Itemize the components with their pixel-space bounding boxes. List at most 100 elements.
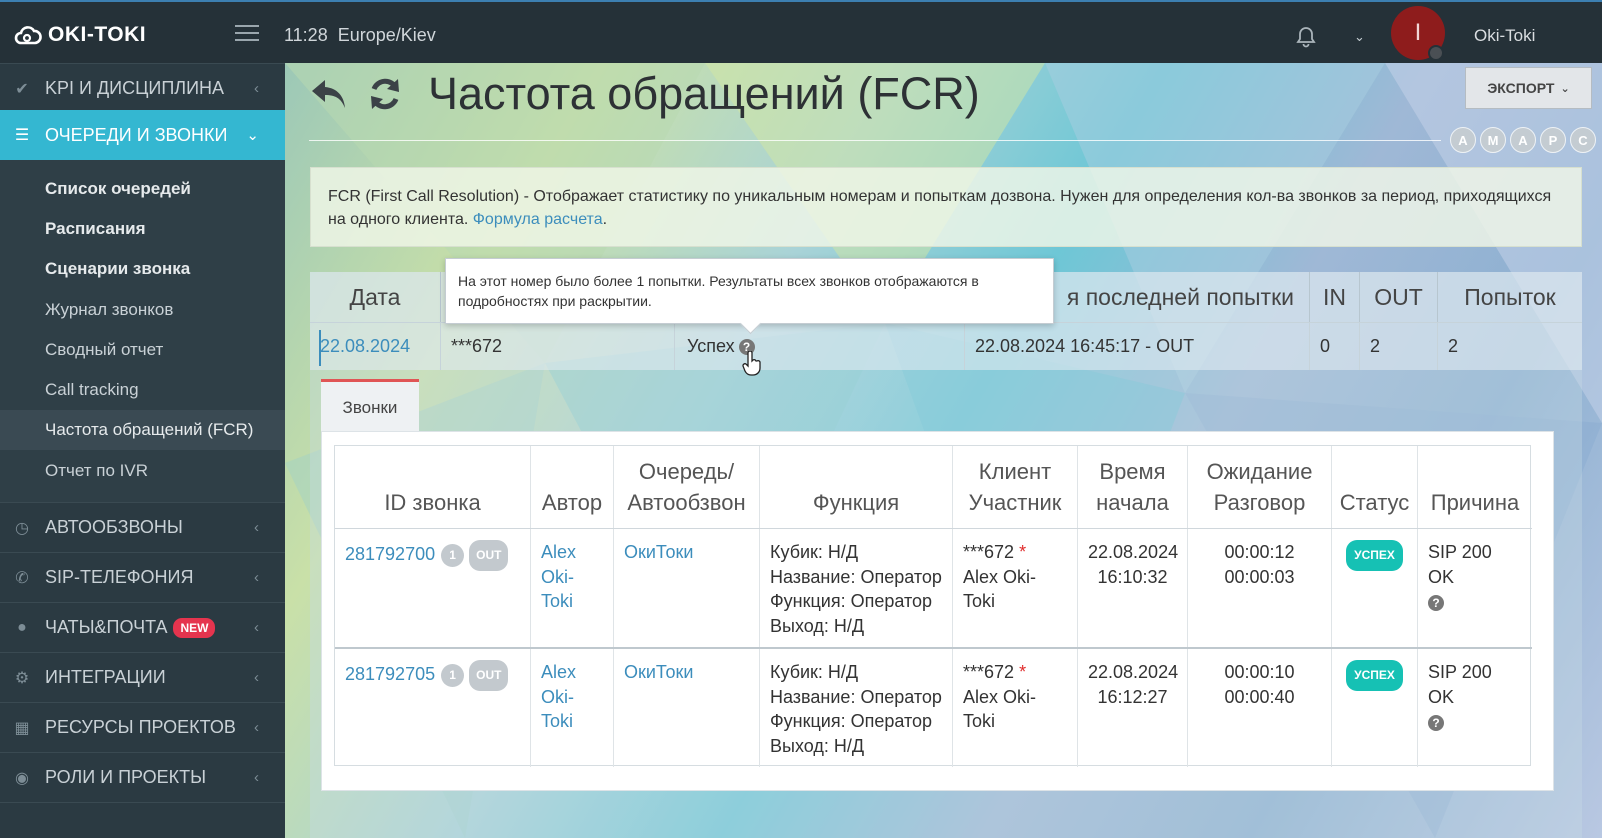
function-cell: Кубик: Н/Д Название: Оператор Функция: Опе… (760, 529, 953, 647)
sidebar-item-autodial[interactable]: ◷ АВТООБЗВОНЫ ‹ (0, 502, 285, 552)
header-wait: Ожидание Разговор (1188, 446, 1332, 528)
submenu-fcr[interactable]: Частота обращений (FCR) (0, 410, 285, 450)
menu-toggle-icon[interactable] (235, 25, 259, 43)
letter-filter-a[interactable]: A (1450, 127, 1476, 153)
chevron-left-icon: ‹ (254, 80, 259, 97)
letter-filter-c[interactable]: C (1570, 127, 1596, 153)
table-row-date: 22.08.2024 (310, 322, 441, 370)
chevron-down-icon: ⌄ (246, 127, 259, 144)
sidebar-item-label: ОЧЕРЕДИ И ЗВОНКИ (45, 124, 228, 145)
sidebar-item-label: АВТООБЗВОНЫ (45, 517, 183, 537)
online-status-dot (1428, 45, 1444, 61)
chevron-left-icon: ‹ (254, 769, 259, 786)
letter-filter-a2[interactable]: A (1510, 127, 1536, 153)
header-out[interactable]: OUT (1360, 272, 1438, 322)
author-link[interactable]: Alex Oki- Toki (541, 542, 576, 611)
sidebar-item-sip[interactable]: ✆ SIP-ТЕЛЕФОНИЯ ‹ (0, 552, 285, 602)
sidebar-item-more[interactable] (0, 802, 285, 838)
queue-cell: ОкиТоки (614, 649, 760, 767)
letter-filter-p[interactable]: P (1540, 127, 1566, 153)
header-queue-line2: Автообзвон (627, 490, 746, 515)
export-button[interactable]: ЭКСПОРТ ⌄ (1465, 67, 1592, 109)
submenu-summary-report[interactable]: Сводный отчет (0, 330, 285, 370)
wait-cell: 00:00:12 00:00:03 (1188, 529, 1332, 647)
chevron-left-icon: ‹ (254, 569, 259, 586)
sidebar-item-integrations[interactable]: ⚙ ИНТЕГРАЦИИ ‹ (0, 652, 285, 702)
calls-panel: ID звонка Автор Очередь/Автообзвон Функц… (321, 431, 1554, 791)
table-row-last-attempt: 22.08.2024 16:45:17 - OUT (965, 322, 1310, 370)
letter-filter-m[interactable]: M (1480, 127, 1506, 153)
letter-filters: A M A P C (1450, 127, 1596, 153)
count-badge: 1 (441, 543, 465, 567)
queue-link[interactable]: ОкиТоки (624, 542, 693, 562)
refresh-icon[interactable] (367, 76, 403, 112)
chevron-left-icon: ‹ (254, 619, 259, 636)
sidebar-item-queues[interactable]: ☰ ОЧЕРЕДИ И ЗВОНКИ ⌄ (0, 110, 285, 160)
reason-cell: SIP 200 OK? (1428, 662, 1492, 732)
grid-icon: ▦ (14, 719, 30, 737)
required-star: * (1019, 662, 1027, 682)
submenu-schedules[interactable]: Расписания (0, 209, 285, 249)
header-in[interactable]: IN (1310, 272, 1360, 322)
sidebar: ✔ KPI И ДИСЦИПЛИНА ‹ ☰ ОЧЕРЕДИ И ЗВОНКИ … (0, 63, 285, 838)
header-reason: Причина (1430, 490, 1520, 515)
header-author: Автор (531, 446, 614, 528)
header-client: Клиент Участник (953, 446, 1078, 528)
call-id-link[interactable]: 281792705 (345, 664, 435, 684)
expanded-row-marker (319, 330, 321, 366)
status-badge: УСПЕХ (1346, 540, 1403, 571)
author-cell: Alex Oki- Toki (531, 649, 614, 767)
chevron-down-icon: ⌄ (1560, 82, 1570, 95)
call-id-link[interactable]: 281792700 (345, 544, 435, 564)
table-row-number: ***672 (441, 322, 675, 370)
header-date[interactable]: Дата (310, 272, 441, 322)
queue-cell: ОкиТоки (614, 529, 760, 647)
header-status: Статус (1332, 446, 1418, 528)
username[interactable]: Oki-Toki (1474, 26, 1535, 46)
client-cell: ***672 * Alex Oki-Toki (953, 529, 1078, 647)
header-queue-line1: Очередь/ (638, 459, 735, 484)
submenu-call-scenarios[interactable]: Сценарии звонка (0, 249, 285, 289)
main-content: Частота обращений (FCR) ЭКСПОРТ ⌄ A M A P… (285, 63, 1602, 838)
sidebar-item-chats[interactable]: ● ЧАТЫ&ПОЧТА NEW ‹ (0, 602, 285, 652)
formula-link[interactable]: Формула расчета (473, 211, 603, 228)
toggle-icon: ◉ (15, 769, 29, 787)
clock-icon: ◷ (15, 519, 29, 537)
header-call-id: ID звонка (335, 446, 531, 528)
author-cell: Alex Oki- Toki (531, 529, 614, 647)
header-attempts[interactable]: Попыток (1438, 272, 1582, 322)
bell-icon[interactable] (1296, 26, 1316, 48)
submenu-ivr-report[interactable]: Отчет по IVR (0, 451, 285, 491)
help-icon[interactable]: ? (1428, 715, 1444, 732)
sidebar-item-label: SIP-ТЕЛЕФОНИЯ (45, 567, 194, 587)
tooltip: На этот номер было более 1 попытки. Резу… (445, 258, 1054, 324)
chevron-left-icon: ‹ (254, 519, 259, 536)
chevron-down-icon[interactable]: ⌄ (1354, 29, 1368, 44)
date-link[interactable]: 22.08.2024 (320, 336, 410, 357)
table-row-result: Успех? (675, 322, 965, 370)
current-time: 11:28 (284, 25, 328, 45)
avatar-letter: I (1414, 19, 1422, 46)
back-arrow-icon[interactable] (309, 76, 349, 112)
sidebar-item-roles[interactable]: ◉ РОЛИ И ПРОЕКТЫ ‹ (0, 752, 285, 802)
author-link[interactable]: Alex Oki- Toki (541, 662, 576, 731)
submenu-call-tracking[interactable]: Call tracking (0, 370, 285, 410)
check-icon: ✔ (15, 80, 29, 98)
phone-icon: ✆ (15, 569, 29, 587)
header-time-line1: Время (1099, 459, 1166, 484)
help-icon[interactable]: ? (1428, 595, 1444, 612)
submenu-call-log[interactable]: Журнал звонков (0, 290, 285, 330)
status-badge: УСПЕХ (1346, 660, 1403, 691)
new-badge: NEW (173, 617, 216, 638)
logo[interactable]: OKI-TOKI (14, 20, 146, 50)
top-bar: OKI-TOKI 11:28 Europe/Kiev ⌄ I Oki-Toki (0, 0, 1602, 63)
sidebar-item-kpi[interactable]: ✔ KPI И ДИСЦИПЛИНА ‹ (0, 63, 285, 113)
tab-calls[interactable]: Звонки (321, 379, 419, 433)
table-row-attempts: 2 (1438, 322, 1582, 370)
submenu-queue-list[interactable]: Список очередей (0, 169, 285, 209)
queue-link[interactable]: ОкиТоки (624, 662, 693, 682)
sidebar-item-resources[interactable]: ▦ РЕСУРСЫ ПРОЕКТОВ ‹ (0, 702, 285, 752)
cloud-logo-icon (14, 26, 42, 45)
gears-icon: ⚙ (14, 669, 30, 687)
sidebar-item-label: ИНТЕГРАЦИИ (45, 667, 166, 687)
